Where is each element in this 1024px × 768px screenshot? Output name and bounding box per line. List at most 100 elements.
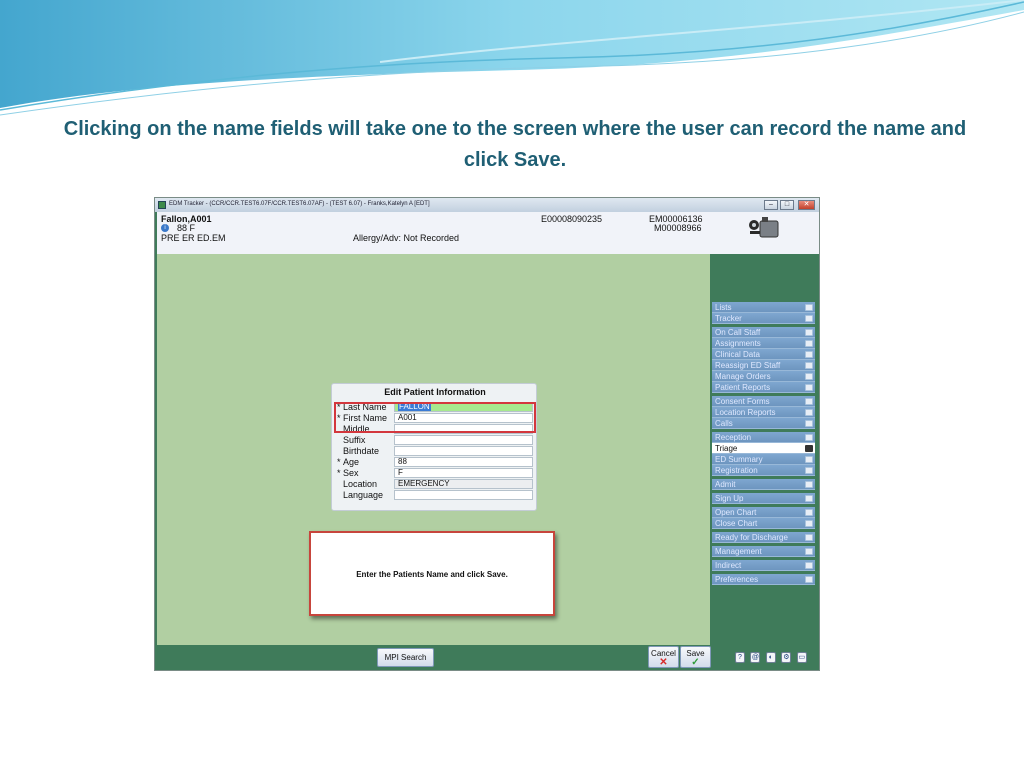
sidebar-item-tracker[interactable]: Tracker [712, 313, 815, 324]
sidebar-item-lists[interactable]: Lists [712, 302, 815, 313]
sidebar-item-label: Reassign ED Staff [715, 361, 781, 370]
sidebar-item-icon [805, 351, 813, 358]
sidebar-item-management[interactable]: Management [712, 546, 815, 557]
sidebar-item-label: Admit [715, 480, 736, 489]
field-value: EMERGENCY [398, 479, 450, 488]
patient-age-sex: 88 F [177, 223, 196, 233]
sidebar-item-location-reports[interactable]: Location Reports [712, 407, 815, 418]
form-row-location: Location EMERGENCY [332, 479, 538, 490]
birthdate-field[interactable] [394, 446, 533, 456]
sidebar-item-icon [805, 495, 813, 502]
field-label: Suffix [343, 435, 366, 445]
field-value: F [398, 468, 403, 477]
sidebar-item-assignments[interactable]: Assignments [712, 338, 815, 349]
sidebar-item-icon [805, 445, 813, 452]
email-icon[interactable]: @ [750, 652, 761, 663]
sidebar-group: Ready for Discharge [712, 532, 815, 543]
allergy-status: Allergy/Adv: Not Recorded [353, 233, 460, 243]
sidebar-item-manage-orders[interactable]: Manage Orders [712, 371, 815, 382]
status-icon[interactable]: ◐ [765, 652, 776, 663]
save-button[interactable]: Save ✓ [680, 646, 711, 668]
sidebar-item-icon [805, 304, 813, 311]
language-field[interactable] [394, 490, 533, 500]
sidebar-item-icon [805, 456, 813, 463]
settings-icon[interactable]: ⚙ [781, 652, 792, 663]
app-icon [158, 201, 166, 209]
sidebar-item-icon [805, 420, 813, 427]
sidebar-item-ready-for-discharge[interactable]: Ready for Discharge [712, 532, 815, 543]
sidebar-item-patient-reports[interactable]: Patient Reports [712, 382, 815, 393]
utility-icons: ? @ ◐ ⚙ ▭ [735, 652, 808, 666]
patient-header: Fallon,A001 i 88 F PRE ER ED.EM Allergy/… [157, 212, 710, 254]
sidebar-nav: Lists Tracker On Call Staff Assignments Clin… [712, 302, 815, 588]
sidebar-item-icon [805, 434, 813, 441]
save-check-icon: ✓ [691, 657, 700, 668]
field-value: 88 [398, 457, 407, 466]
sidebar-item-reception[interactable]: Reception [712, 432, 815, 443]
age-field[interactable]: 88 [394, 457, 533, 467]
sidebar-item-label: Preferences [715, 575, 759, 584]
minimize-button[interactable]: – [764, 200, 778, 210]
medical-record-number: M00008966 [654, 223, 702, 233]
sidebar-group: Consent Forms Location Reports Calls [712, 396, 815, 429]
sidebar-item-admit[interactable]: Admit [712, 479, 815, 490]
sidebar-item-clinical-data[interactable]: Clinical Data [712, 349, 815, 360]
field-label: Age [343, 457, 360, 467]
sidebar-item-icon [805, 520, 813, 527]
sidebar-item-calls[interactable]: Calls [712, 418, 815, 429]
sidebar-item-label: Consent Forms [715, 397, 770, 406]
name-fields-highlight [334, 402, 536, 433]
maximize-button[interactable]: □ [780, 200, 794, 210]
sidebar-item-ed-summary[interactable]: ED Summary [712, 454, 815, 465]
sidebar-item-on-call-staff[interactable]: On Call Staff [712, 327, 815, 338]
callout-text: Enter the Patients Name and click Save. [356, 570, 508, 579]
sidebar-item-icon [805, 362, 813, 369]
window-icon[interactable]: ▭ [796, 652, 807, 663]
sex-field[interactable]: F [394, 468, 533, 478]
edm-tracker-window: EDM Tracker - (CCR/CCR.TEST6.07F/CCR.TES… [154, 197, 820, 671]
sidebar-item-label: ED Summary [715, 455, 763, 464]
sidebar-item-triage[interactable]: Triage [712, 443, 815, 454]
sidebar-item-open-chart[interactable]: Open Chart [712, 507, 815, 518]
sidebar-item-label: Open Chart [715, 508, 757, 517]
required-marker: * [337, 457, 341, 467]
patient-location: PRE ER ED.EM [161, 233, 226, 243]
sidebar-item-label: Location Reports [715, 408, 776, 417]
sidebar-group: Admit [712, 479, 815, 490]
instruction-callout: Enter the Patients Name and click Save. [309, 531, 555, 616]
suffix-field[interactable] [394, 435, 533, 445]
sidebar-item-label: Calls [715, 419, 733, 428]
mpi-search-button[interactable]: MPI Search [377, 648, 434, 667]
field-label: Sex [343, 468, 359, 478]
sidebar-item-icon [805, 340, 813, 347]
sidebar-item-icon [805, 481, 813, 488]
sidebar-item-label: Clinical Data [715, 350, 760, 359]
sidebar-item-icon [805, 467, 813, 474]
cancel-button[interactable]: Cancel ✕ [648, 646, 679, 668]
sidebar-item-preferences[interactable]: Preferences [712, 574, 815, 585]
sidebar-item-indirect[interactable]: Indirect [712, 560, 815, 571]
sidebar-item-reassign-ed-staff[interactable]: Reassign ED Staff [712, 360, 815, 371]
sidebar-item-label: Lists [715, 303, 732, 312]
sidebar-item-icon [805, 562, 813, 569]
help-icon[interactable]: ? [735, 652, 745, 663]
field-label: Language [343, 490, 384, 500]
sidebar-item-icon [805, 315, 813, 322]
sidebar-item-icon [805, 398, 813, 405]
sidebar-item-registration[interactable]: Registration [712, 465, 815, 476]
sidebar-item-close-chart[interactable]: Close Chart [712, 518, 815, 529]
info-icon[interactable]: i [161, 224, 169, 232]
sidebar-item-icon [805, 384, 813, 391]
sidebar-item-label: Registration [715, 466, 758, 475]
sidebar-item-label: Assignments [715, 339, 761, 348]
sidebar-item-consent-forms[interactable]: Consent Forms [712, 396, 815, 407]
sidebar-group: On Call Staff Assignments Clinical Data Rea… [712, 327, 815, 393]
sidebar-group: Indirect [712, 560, 815, 571]
location-field[interactable]: EMERGENCY [394, 479, 533, 489]
sidebar-item-icon [805, 534, 813, 541]
field-label: Birthdate [343, 446, 380, 456]
sidebar-item-label: Management [715, 547, 762, 556]
sidebar-item-sign-up[interactable]: Sign Up [712, 493, 815, 504]
sidebar-item-icon [805, 373, 813, 380]
close-button[interactable]: ✕ [798, 200, 815, 210]
